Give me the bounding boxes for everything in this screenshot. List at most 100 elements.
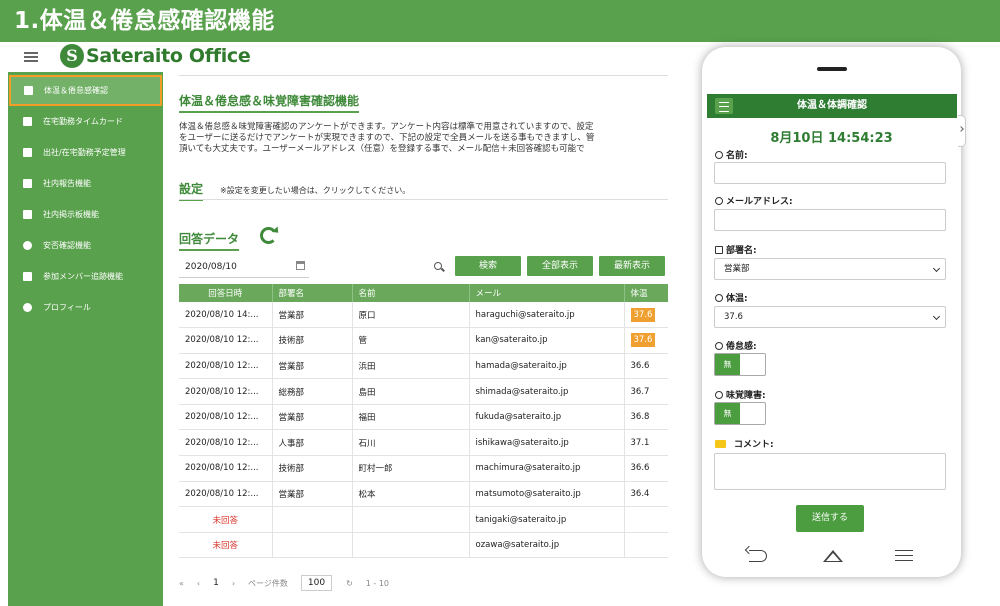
high-temp-badge: 37.6: [630, 333, 656, 348]
table-cell: 未回答: [179, 532, 273, 559]
table-cell: tanigaki@sateraito.jp: [469, 506, 625, 533]
page-title: 体温＆倦怠感＆味覚障害確認機能: [179, 92, 360, 113]
table-row[interactable]: 未回答 tanigaki@sateraito.jp: [179, 506, 668, 533]
prev-page-button[interactable]: ‹: [197, 579, 200, 588]
collapse-arrow-icon[interactable]: [958, 115, 966, 147]
logo-text: Sateraito Office: [86, 45, 251, 67]
fatigue-toggle[interactable]: 無: [714, 353, 766, 376]
document-icon: [23, 179, 32, 188]
table-cell: shimada@sateraito.jp: [469, 378, 625, 405]
label-text: メールアドレス:: [726, 197, 793, 207]
table-row[interactable]: 2020/08/10 12:... 営業部 松本 matsumoto@saterait…: [179, 481, 668, 508]
dept-select[interactable]: 営業部: [714, 258, 946, 280]
sidebar-item-safety[interactable]: 安否確認機能: [8, 230, 163, 261]
column-header[interactable]: 回答日時: [179, 284, 273, 302]
badge-icon: [715, 245, 723, 254]
date-field[interactable]: 2020/08/10: [179, 256, 309, 278]
first-page-button[interactable]: «: [179, 579, 184, 588]
label-text: 倦怠感:: [726, 342, 757, 352]
sidebar-item-report[interactable]: 社内報告機能: [8, 168, 163, 199]
person-icon: [715, 150, 723, 159]
table-header-row: 回答日時 部署名 名前 メール 体温: [179, 284, 668, 302]
next-page-button[interactable]: ›: [232, 579, 235, 588]
column-header[interactable]: 名前: [352, 284, 470, 302]
name-field[interactable]: [714, 162, 946, 184]
table-row[interactable]: 2020/08/10 12:... 総務部 島田 shimada@sateraito.…: [179, 378, 668, 405]
reload-icon[interactable]: ↻: [346, 579, 353, 588]
column-header[interactable]: 体温: [624, 284, 668, 302]
table-cell: haraguchi@sateraito.jp: [469, 302, 625, 329]
search-button[interactable]: 検索: [455, 256, 521, 276]
answers-table: 回答日時 部署名 名前 メール 体温 2020/08/10 14:... 営業部原…: [179, 284, 668, 559]
sidebar-item-label: 参加メンバー追跡機能: [43, 272, 123, 281]
table-cell: 2020/08/10 12:...: [179, 353, 273, 380]
temp-select[interactable]: 37.6: [714, 306, 946, 328]
table-cell: 人事部: [272, 429, 353, 457]
table-cell: [352, 506, 470, 533]
settings-note[interactable]: ※設定を変更したい場合は、クリックしてください。: [220, 185, 410, 196]
table-row[interactable]: 2020/08/10 12:... 営業部 浜田 hamada@sateraito.j…: [179, 353, 668, 380]
description-line: 頂いても大丈夫です。ユーザーメールアドレス（任意）を登録する事で、メール配信＋未…: [179, 144, 585, 154]
sidebar-item-tracking[interactable]: 参加メンバー追跡機能: [8, 261, 163, 292]
show-all-button[interactable]: 全部表示: [527, 256, 593, 276]
table-row[interactable]: 2020/08/10 14:... 営業部 原口 haraguchi@saterait…: [179, 302, 668, 329]
high-temp-badge: 37.6: [630, 307, 656, 322]
table-cell: 石川: [352, 429, 470, 457]
refresh-icon[interactable]: [260, 227, 277, 244]
back-icon[interactable]: [749, 550, 767, 562]
page-size-select[interactable]: 100: [300, 575, 333, 591]
phone-navbar: [702, 542, 961, 577]
recent-apps-icon[interactable]: [895, 550, 913, 561]
comment-field[interactable]: [714, 453, 946, 490]
banner-title: 1.体温＆倦怠感確認機能: [14, 8, 275, 34]
column-header[interactable]: メール: [469, 284, 625, 302]
hamburger-menu-icon[interactable]: [24, 52, 38, 62]
sidebar-item-timecard[interactable]: 在宅勤務タイムカード: [8, 106, 163, 137]
home-icon[interactable]: [823, 550, 843, 562]
comment-label: コメント:: [715, 437, 774, 450]
table-row[interactable]: 未回答 ozawa@sateraito.jp: [179, 532, 668, 559]
table-row[interactable]: 2020/08/10 12:... 技術部管 kan@sateraito.jp 37.…: [179, 327, 668, 354]
sidebar-item-schedule[interactable]: 出社/在宅勤務予定管理: [8, 137, 163, 168]
label-text: 部署名:: [726, 246, 757, 256]
settings-title[interactable]: 設定: [179, 180, 204, 201]
person-icon: [23, 303, 32, 312]
email-field[interactable]: [714, 209, 946, 231]
taste-toggle[interactable]: 無: [714, 402, 766, 425]
sidebar-item-profile[interactable]: プロフィール: [8, 292, 163, 323]
table-cell: [624, 532, 668, 559]
calendar-icon[interactable]: [296, 261, 305, 270]
sidebar: 体温＆倦怠感確認 在宅勤務タイムカード 出社/在宅勤務予定管理 社内報告機能 社…: [8, 72, 163, 606]
page-number[interactable]: 1: [213, 578, 219, 588]
divider: [179, 199, 668, 200]
list-icon[interactable]: [715, 98, 733, 114]
card-icon: [23, 117, 32, 126]
table-cell: 営業部: [272, 302, 353, 329]
table-cell: machimura@sateraito.jp: [469, 455, 625, 482]
table-cell: 37.1: [624, 429, 668, 457]
calendar-icon: [23, 148, 32, 157]
submit-button[interactable]: 送信する: [796, 505, 864, 532]
temp-label: 体温:: [715, 291, 748, 304]
sidebar-item-label: プロフィール: [43, 303, 91, 312]
table-row[interactable]: 2020/08/10 12:... 営業部 福田 fukuda@sateraito.j…: [179, 404, 668, 431]
sidebar-item-health-check[interactable]: 体温＆倦怠感確認: [9, 75, 162, 106]
table-cell: 総務部: [272, 378, 353, 405]
description-line: をユーザーに送るだけでアンケートが実現できますので、下記の設定で全員メールを送る…: [179, 133, 595, 143]
table-cell: 2020/08/10 12:...: [179, 455, 273, 482]
toggle-value: 無: [715, 403, 740, 424]
table-row[interactable]: 2020/08/10 12:... 人事部 石川 ishikawa@sateraito…: [179, 429, 668, 457]
table-cell: 松本: [352, 481, 470, 508]
table-cell: [272, 532, 353, 559]
sidebar-item-label: 在宅勤務タイムカード: [43, 117, 123, 126]
table-cell: [352, 532, 470, 559]
table-cell: 町村一郎: [352, 455, 470, 482]
column-header[interactable]: 部署名: [272, 284, 353, 302]
sidebar-item-bulletin[interactable]: 社内掲示板機能: [8, 199, 163, 230]
table-cell: 2020/08/10 12:...: [179, 327, 273, 354]
table-cell: 未回答: [179, 506, 273, 533]
label-text: 味覚障害:: [726, 391, 766, 401]
latest-button[interactable]: 最新表示: [599, 256, 665, 276]
search-icon[interactable]: [434, 262, 442, 270]
table-row[interactable]: 2020/08/10 12:... 技術部 町村一郎 machimura@satera…: [179, 455, 668, 482]
